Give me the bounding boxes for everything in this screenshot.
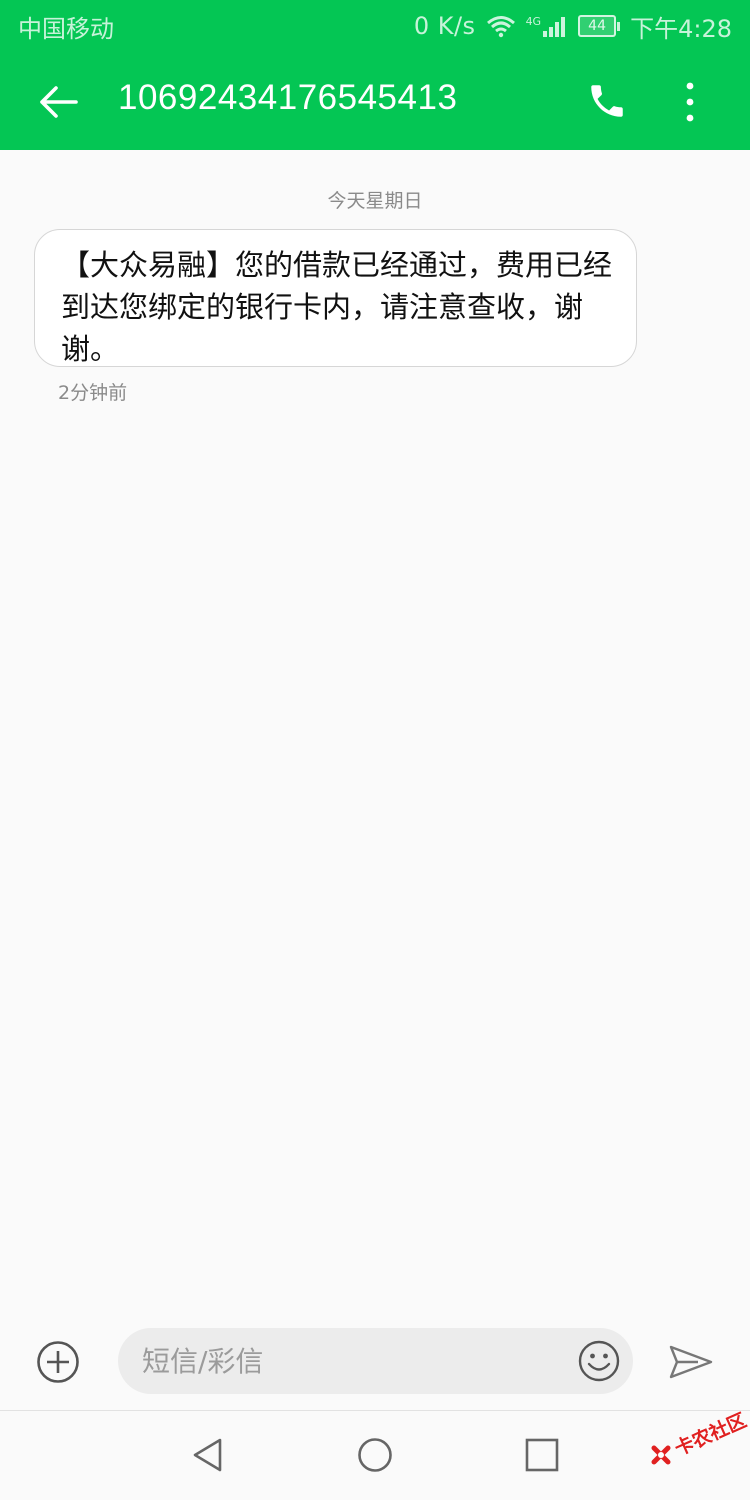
status-indicators: 0 K/s 4G 44 下午4:28 bbox=[414, 9, 732, 44]
add-circle-icon[interactable] bbox=[36, 1340, 80, 1384]
nav-recents-icon[interactable] bbox=[524, 1437, 560, 1473]
battery-level: 44 bbox=[578, 15, 617, 37]
message-input-field bbox=[118, 1328, 633, 1394]
status-bar: 中国移动 0 K/s 4G 44 下午4:28 bbox=[0, 0, 750, 52]
nav-back-icon[interactable] bbox=[190, 1437, 226, 1473]
send-icon[interactable] bbox=[668, 1342, 714, 1382]
carrier-label: 中国移动 bbox=[18, 14, 114, 43]
emoji-icon[interactable] bbox=[578, 1340, 620, 1382]
composer bbox=[0, 1318, 750, 1410]
signal-icon: 4G bbox=[526, 15, 569, 37]
watermark-text: 卡农社区 bbox=[671, 1409, 750, 1461]
back-arrow-icon[interactable] bbox=[36, 80, 80, 124]
watermark: 卡农社区 bbox=[648, 1409, 750, 1482]
phone-icon[interactable] bbox=[586, 80, 628, 122]
wifi-icon bbox=[486, 16, 515, 38]
message-time: 2分钟前 bbox=[58, 382, 128, 404]
system-nav-bar bbox=[0, 1410, 750, 1500]
message-input[interactable] bbox=[142, 1328, 562, 1394]
contact-number: 10692434176545413 bbox=[118, 78, 458, 117]
date-separator: 今天星期日 bbox=[327, 190, 423, 212]
net-speed: 0 K/s bbox=[413, 12, 476, 40]
battery-icon: 44 bbox=[578, 15, 621, 37]
more-vert-icon[interactable] bbox=[678, 80, 702, 124]
nav-home-icon[interactable] bbox=[357, 1437, 393, 1473]
status-time: 下午4:28 bbox=[630, 14, 732, 43]
app-bar: 10692434176545413 bbox=[0, 52, 750, 150]
message-bubble[interactable]: 【大众易融】您的借款已经通过，费用已经到达您绑定的银行卡内，请注意查收，谢谢。 bbox=[34, 229, 637, 367]
network-type: 4G bbox=[525, 15, 542, 28]
